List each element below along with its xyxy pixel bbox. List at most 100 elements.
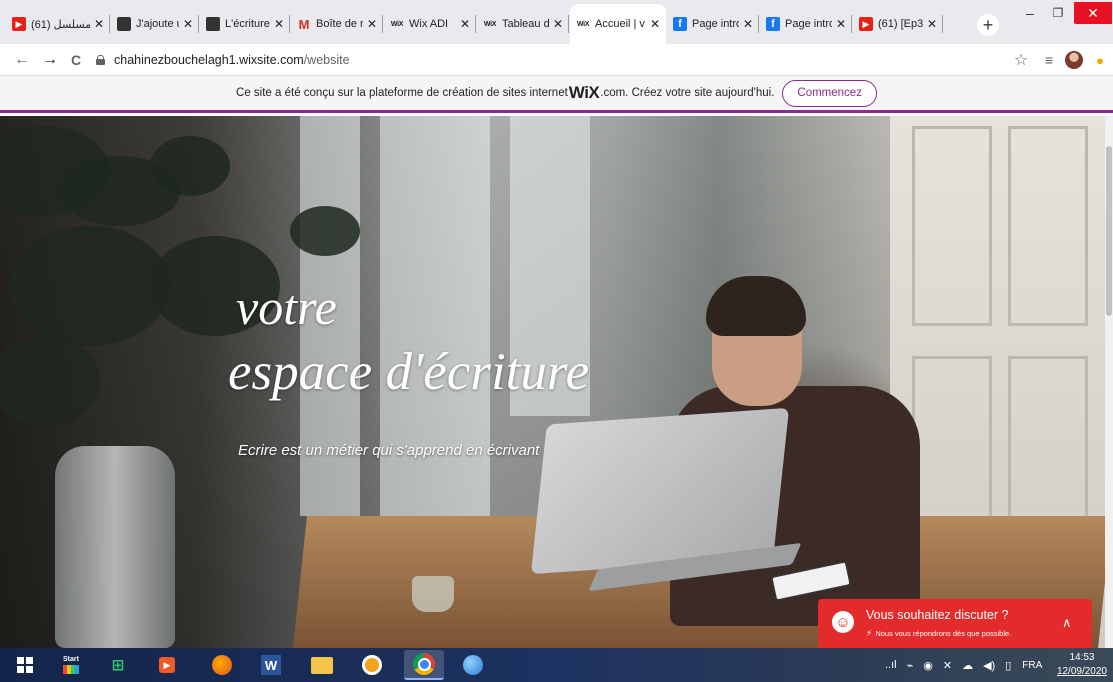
wix-icon: WiX	[483, 20, 497, 28]
tab-close-icon[interactable]: ✕	[94, 17, 104, 31]
battery-icon[interactable]: ▯	[1005, 659, 1011, 672]
media-player-app-icon[interactable]: ▶	[152, 652, 182, 678]
browser-tab[interactable]: M Boîte de r ✕	[291, 7, 383, 41]
browser-tab[interactable]: ▶ مسلسل (61) ✕	[6, 7, 110, 41]
forward-button[interactable]: →	[40, 50, 60, 70]
url-path: /website	[303, 53, 350, 67]
new-tab-button[interactable]: +	[977, 14, 999, 36]
chat-subtitle-text: Nous vous répondrons dès que possible.	[875, 629, 1012, 638]
browser-tab-label: Page intro	[692, 18, 739, 30]
bookmark-star-icon[interactable]: ☆	[1012, 50, 1030, 70]
hero-plant-leaf	[290, 206, 360, 256]
tab-separator	[758, 15, 759, 33]
browser-tab[interactable]: f Page intro ✕	[760, 7, 852, 41]
chrome-app-icon[interactable]	[404, 650, 444, 680]
reload-button[interactable]: C	[66, 50, 86, 70]
wix-banner-text-after: .com. Créez votre site aujourd'hui.	[600, 87, 775, 99]
clock-time: 14:53	[1069, 652, 1095, 663]
hero-title-line1: votre	[236, 279, 337, 335]
browser-tab[interactable]: ▶ (61) [Ep3 ✕	[853, 7, 943, 41]
orange-app-icon[interactable]	[357, 652, 387, 678]
chat-title: Vous souhaitez discuter ?	[866, 608, 1009, 622]
browser-tab[interactable]: L'écriture ✕	[200, 7, 290, 41]
tab-separator	[568, 15, 569, 33]
tab-close-icon[interactable]: ✕	[650, 17, 660, 31]
address-bar[interactable]: chahinezbouchelagh1.wixsite.com/website	[96, 48, 996, 72]
lock-icon	[96, 55, 105, 65]
antivirus-icon[interactable]: ✕	[943, 659, 952, 672]
browser-tab-label: (61) [Ep3	[878, 18, 923, 30]
firefox-app-icon[interactable]	[207, 652, 237, 678]
smiley-icon: ☺	[832, 611, 854, 633]
cloud-icon[interactable]: ☁	[962, 659, 973, 672]
commencez-button[interactable]: Commencez	[782, 79, 877, 107]
wix-logo: WiX	[568, 83, 600, 102]
facebook-icon: f	[766, 17, 780, 31]
hero-section: votre espace d'écriture Ecrire est un mé…	[0, 116, 1105, 648]
paint-app-icon[interactable]	[458, 652, 488, 678]
browser-tab[interactable]: WiX Wix ADI ✕	[384, 7, 476, 41]
start-menu-app-icon[interactable]: Start	[56, 652, 86, 678]
chat-subtitle: ⚡ Nous vous répondrons dès que possible.	[866, 628, 1011, 639]
hero-plant-leaf	[150, 136, 230, 196]
wix-promo-banner: Ce site a été conçu sur la plateforme de…	[0, 76, 1113, 113]
hero-title-line2: espace d'écriture	[228, 343, 590, 401]
chat-widget[interactable]: ☺ Vous souhaitez discuter ? ⚡ Nous vous r…	[818, 599, 1092, 649]
store-app-icon[interactable]: ⊞	[103, 652, 133, 678]
profile-avatar[interactable]	[1064, 50, 1084, 70]
tab-separator	[109, 15, 110, 33]
door-panel	[912, 126, 992, 326]
tab-separator	[198, 15, 199, 33]
tab-close-icon[interactable]: ✕	[367, 17, 377, 31]
hero-plant-leaf	[0, 336, 100, 426]
chat-expand-chevron-icon[interactable]: ∧	[1062, 615, 1072, 631]
page-scrollbar[interactable]	[1105, 116, 1113, 648]
wix-icon: WiX	[576, 20, 590, 28]
extension-icon[interactable]: ●	[1092, 50, 1108, 70]
play-icon: ▶	[159, 657, 175, 673]
browser-tab-strip: ▶ مسلسل (61) ✕ J'ajoute u ✕ L'écriture ✕ M Boîte…	[0, 0, 1113, 44]
browser-tab[interactable]: WiX Accueil | v ✕	[570, 4, 666, 44]
security-icon[interactable]: ◉	[923, 659, 933, 672]
start-menu-label: Start	[63, 656, 79, 663]
windows-start-button[interactable]	[10, 652, 40, 678]
hero-person-hair	[706, 276, 806, 336]
door-panel	[1008, 126, 1088, 326]
file-explorer-app-icon[interactable]	[307, 652, 337, 678]
back-button[interactable]: ←	[12, 50, 32, 70]
tab-close-icon[interactable]: ✕	[553, 17, 563, 31]
scrollbar-thumb[interactable]	[1106, 146, 1112, 316]
tab-close-icon[interactable]: ✕	[927, 17, 937, 31]
tab-close-icon[interactable]: ✕	[183, 17, 193, 31]
bolt-icon: ⚡	[866, 628, 873, 638]
window-close-button[interactable]: ✕	[1074, 2, 1112, 24]
system-clock[interactable]: 14:53 12/09/2020	[1057, 651, 1107, 679]
browser-tab[interactable]: f Page intro ✕	[667, 7, 759, 41]
browser-tab[interactable]: WiX Tableau d ✕	[477, 7, 569, 41]
maximize-button[interactable]: ❐	[1044, 2, 1072, 24]
tab-close-icon[interactable]: ✕	[460, 17, 470, 31]
clock-date: 12/09/2020	[1056, 666, 1107, 677]
signal-icon[interactable]: ..ıl	[885, 659, 897, 671]
tab-separator	[475, 15, 476, 33]
tab-close-icon[interactable]: ✕	[743, 17, 753, 31]
volume-icon[interactable]: ◀)	[983, 659, 995, 672]
browser-tab-label: مسلسل (61)	[31, 18, 90, 31]
word-letter: W	[261, 655, 281, 675]
minimize-button[interactable]: –	[1016, 2, 1044, 24]
browser-tab[interactable]: J'ajoute u ✕	[111, 7, 199, 41]
chrome-icon	[206, 17, 220, 31]
reading-list-icon[interactable]: ≡	[1040, 50, 1058, 70]
word-app-icon[interactable]: W	[256, 652, 286, 678]
browser-toolbar: ← → C chahinezbouchelagh1.wixsite.com/we…	[0, 44, 1113, 76]
tab-separator	[942, 15, 943, 33]
url-host: chahinezbouchelagh1.wixsite.com	[114, 53, 304, 67]
language-indicator[interactable]: FRA	[1022, 660, 1042, 671]
tab-separator	[289, 15, 290, 33]
usb-icon[interactable]: ⌁	[907, 659, 914, 672]
hero-window-pane	[380, 116, 490, 536]
tab-close-icon[interactable]: ✕	[836, 17, 846, 31]
browser-tab-label: Boîte de r	[316, 18, 363, 30]
tab-close-icon[interactable]: ✕	[274, 17, 284, 31]
browser-tab-label: Page intro	[785, 18, 832, 30]
